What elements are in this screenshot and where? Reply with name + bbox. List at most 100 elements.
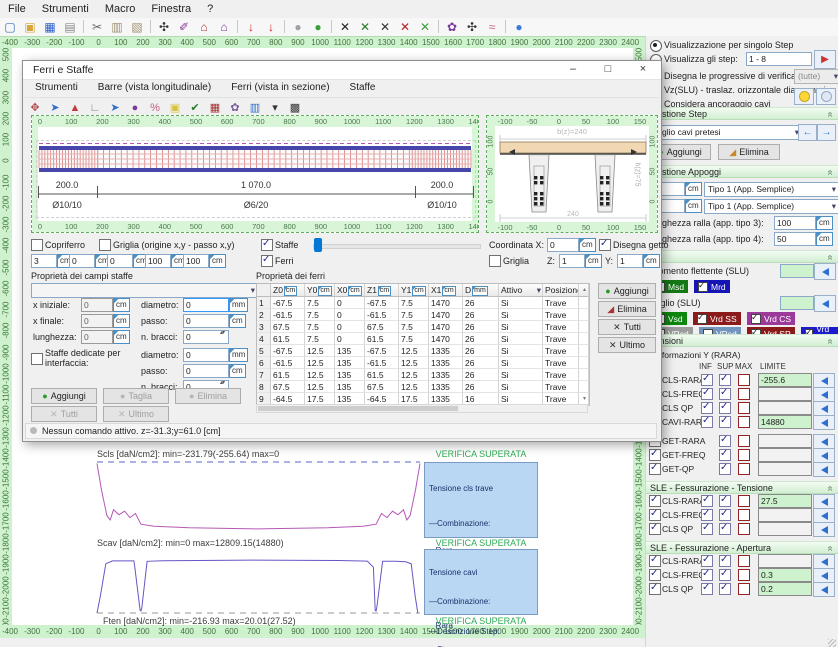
cell[interactable]: 26: [463, 357, 499, 369]
column-dropdown-icon[interactable]: ▾: [537, 284, 541, 297]
staffe-field-input[interactable]: 0: [81, 298, 113, 312]
dialog-menu-strumenti[interactable]: Strumenti: [25, 79, 88, 97]
max-checkbox[interactable]: [738, 374, 750, 386]
section-tensioni[interactable]: Tensioni«: [646, 334, 838, 347]
cell[interactable]: 135: [335, 369, 365, 381]
table-row[interactable]: 461.57.5061.57.5147026SiTrave: [257, 333, 589, 345]
cell[interactable]: 7.5: [305, 333, 335, 345]
staffe-campo-combo[interactable]: [31, 283, 258, 298]
limite-value[interactable]: 27.5: [758, 494, 812, 508]
cell[interactable]: 12.5: [305, 369, 335, 381]
cell[interactable]: 61.5: [365, 333, 399, 345]
cell[interactable]: 7.5: [305, 297, 335, 309]
inf-checkbox[interactable]: [701, 583, 713, 595]
column-header-d[interactable]: Dmm: [463, 284, 499, 297]
table-row[interactable]: 367.57.5067.57.5147026SiTrave: [257, 321, 589, 333]
tool-red-icon[interactable]: ✕: [395, 19, 415, 35]
step-delete-button[interactable]: ◢Elimina: [718, 144, 780, 160]
section-gestione-appoggi[interactable]: Gestione Appoggi«: [646, 165, 838, 178]
collapse-icon[interactable]: «: [825, 486, 836, 492]
cell[interactable]: 61.5: [271, 369, 305, 381]
check-ferri[interactable]: [261, 255, 273, 267]
cell[interactable]: 0: [335, 321, 365, 333]
row-enable-checkbox[interactable]: [649, 449, 661, 461]
cell[interactable]: 1470: [429, 333, 463, 345]
cut-icon[interactable]: ✂: [87, 19, 107, 35]
appoggio1-tipo-combo[interactable]: Tipo 1 (App. Semplice): [704, 182, 838, 197]
grid-value-1[interactable]: 0: [69, 254, 95, 268]
expand-button[interactable]: [813, 554, 835, 569]
column-header-y0[interactable]: Y0cm: [305, 284, 335, 297]
expand-button[interactable]: [813, 415, 835, 430]
column-header-x1[interactable]: X1cm: [429, 284, 463, 297]
row-enable-checkbox[interactable]: [649, 569, 661, 581]
cell[interactable]: 12.5: [399, 381, 429, 393]
cell[interactable]: 26: [463, 345, 499, 357]
close-button[interactable]: ×: [628, 61, 658, 79]
inf-checkbox[interactable]: [701, 555, 713, 567]
tool-dark-icon[interactable]: ✕: [375, 19, 395, 35]
copy-icon[interactable]: ▥: [107, 19, 127, 35]
sup-checkbox[interactable]: [719, 569, 731, 581]
section-view[interactable]: -100-50050100150 -100-50050100150 100500…: [486, 115, 658, 233]
gear-flower-icon[interactable]: ✿: [442, 19, 462, 35]
cell[interactable]: Trave: [543, 345, 579, 357]
row-enable-checkbox[interactable]: [649, 555, 661, 567]
sup-checkbox[interactable]: [719, 509, 731, 521]
cell[interactable]: Si: [499, 381, 543, 393]
cell[interactable]: -61.5: [271, 357, 305, 369]
momento-expand-button[interactable]: [814, 263, 836, 280]
max-checkbox[interactable]: [738, 388, 750, 400]
max-checkbox[interactable]: [738, 569, 750, 581]
resize-grip[interactable]: [828, 639, 836, 647]
check-staffe[interactable]: [261, 239, 273, 251]
menu-item-strumenti[interactable]: Strumenti: [34, 0, 97, 18]
chip-mrd[interactable]: Mrd: [694, 280, 730, 293]
grid-value-4[interactable]: 100: [183, 254, 209, 268]
column-header-z1[interactable]: Z1cm: [365, 284, 399, 297]
collapse-icon[interactable]: «: [825, 170, 836, 176]
limite-value[interactable]: [758, 448, 812, 462]
gear-icon[interactable]: ✿: [225, 99, 245, 115]
menu-item-macro[interactable]: Macro: [97, 0, 144, 18]
import-loads-icon[interactable]: ↓: [241, 19, 261, 35]
wizard-pen-icon[interactable]: ✐: [174, 19, 194, 35]
cell[interactable]: Trave: [543, 369, 579, 381]
row-enable-checkbox[interactable]: [649, 523, 661, 535]
sup-checkbox[interactable]: [719, 449, 731, 461]
dropdown-arrow-icon[interactable]: ▾: [265, 99, 285, 115]
staffe-field-input[interactable]: 0: [183, 298, 229, 312]
collapse-icon[interactable]: «: [825, 112, 836, 118]
steps-apply-button[interactable]: ▶: [814, 50, 836, 69]
menu-item-file[interactable]: File: [0, 0, 34, 18]
sup-checkbox[interactable]: [719, 388, 731, 400]
grid-check-icon[interactable]: ✔: [185, 99, 205, 115]
inf-checkbox[interactable]: [701, 569, 713, 581]
section-verifiche[interactable]: «: [646, 250, 838, 263]
y-input[interactable]: 1: [617, 254, 643, 268]
limite-value[interactable]: [758, 522, 812, 536]
table-row[interactable]: 761.512.513561.512.5133526SiTrave: [257, 369, 589, 381]
cell[interactable]: 1335: [429, 369, 463, 381]
staffe-field-input[interactable]: 0: [183, 348, 229, 362]
section-sle-fessurazione-apertura[interactable]: SLE - Fessurazione - Apertura«: [646, 541, 838, 554]
dialog-menu-staffe[interactable]: Staffe: [340, 79, 386, 97]
cell[interactable]: -61.5: [365, 309, 399, 321]
cell[interactable]: Trave: [543, 357, 579, 369]
cell[interactable]: Si: [499, 297, 543, 309]
table-row[interactable]: 5-67.512.5135-67.512.5133526SiTrave: [257, 345, 589, 357]
menu-item-[interactable]: ?: [199, 0, 221, 18]
table-row[interactable]: 6-61.512.5135-61.512.5133526SiTrave: [257, 357, 589, 369]
sphere-icon[interactable]: ●: [288, 19, 308, 35]
tool-green-icon[interactable]: ✕: [355, 19, 375, 35]
cell[interactable]: 7.5: [399, 333, 429, 345]
cell[interactable]: 7.5: [305, 321, 335, 333]
row-enable-checkbox[interactable]: [649, 509, 661, 521]
limite-value[interactable]: [758, 554, 812, 568]
ferri-tutti-button[interactable]: ✕Tutti: [598, 319, 656, 335]
appoggio2-tipo-combo[interactable]: Tipo 1 (App. Semplice): [704, 199, 838, 214]
ralla4-value[interactable]: 50: [774, 232, 816, 246]
dialog-menu-barre[interactable]: Barre (vista longitudinale): [88, 79, 221, 97]
grid-red-icon[interactable]: ▦: [205, 99, 225, 115]
zoom-arrow-icon[interactable]: ➤: [45, 99, 65, 115]
